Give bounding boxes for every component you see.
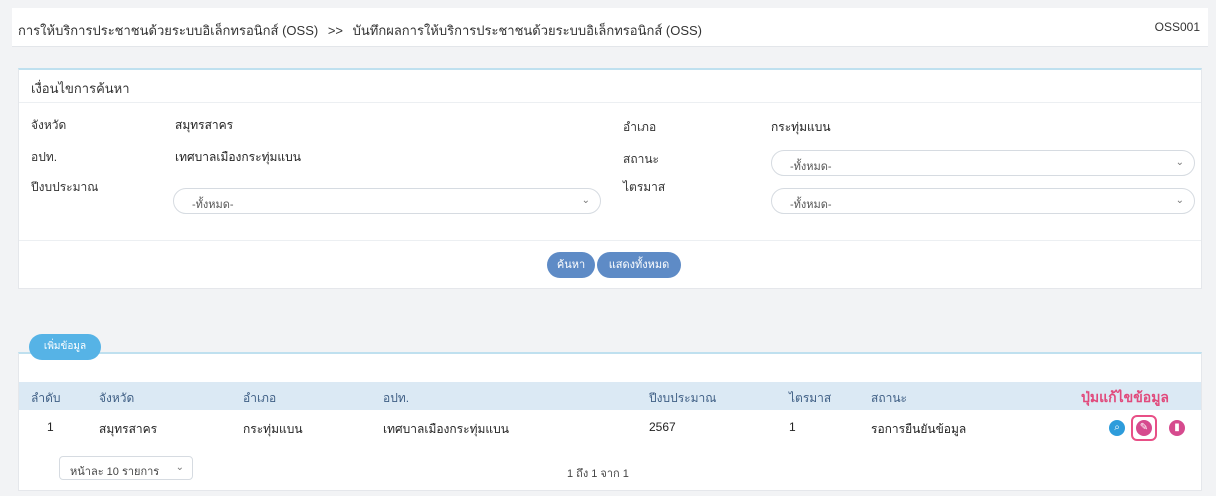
top-bar: การให้บริการประชาชนด้วยระบบอิเล็กทรอนิกส… <box>12 8 1208 47</box>
status-label: สถานะ <box>623 152 659 166</box>
table-row: 1 สมุทรสาคร กระทุ่มแบน เทศบาลเมืองกระทุ่… <box>19 412 1201 441</box>
cell-no: 1 <box>47 420 54 434</box>
breadcrumb-current: บันทึกผลการให้บริการประชาชนด้วยระบบอิเล็… <box>352 23 703 38</box>
search-button[interactable]: ค้นหา <box>547 252 595 278</box>
page-size-select[interactable]: หน้าละ 10 รายการ ⌄ <box>59 456 193 480</box>
chevron-down-icon: ⌄ <box>1175 157 1184 168</box>
status-select[interactable]: -ทั้งหมด- ⌄ <box>771 150 1195 176</box>
budget-select-value: -ทั้งหมด- <box>192 199 234 211</box>
quarter-select[interactable]: -ทั้งหมด- ⌄ <box>771 188 1195 214</box>
cell-province: สมุทรสาคร <box>99 422 158 436</box>
delete-icon[interactable]: ▮ <box>1169 420 1185 436</box>
col-org: อปท. <box>383 391 410 405</box>
page-code: OSS001 <box>1154 20 1200 34</box>
cell-status: รอการยืนยันข้อมูล <box>871 422 967 436</box>
cell-year: 2567 <box>649 420 676 434</box>
col-district: อำเภอ <box>243 391 277 405</box>
edit-icon[interactable]: ✎ <box>1136 420 1152 436</box>
province-label: จังหวัด <box>31 118 67 132</box>
table-header: ลำดับ จังหวัด อำเภอ อปท. ปีงบประมาณ ไตรม… <box>19 382 1201 410</box>
page-info: 1 ถึง 1 จาก 1 <box>567 468 629 480</box>
col-no: ลำดับ <box>31 391 61 405</box>
col-year: ปีงบประมาณ <box>649 391 717 405</box>
cell-org: เทศบาลเมืองกระทุ่มแบน <box>383 422 509 436</box>
chevron-down-icon: ⌄ <box>1175 195 1184 206</box>
col-quarter: ไตรมาส <box>789 391 832 405</box>
district-value: กระทุ่มแบน <box>771 120 831 134</box>
col-status: สถานะ <box>871 391 907 405</box>
breadcrumb-separator: >> <box>327 23 344 38</box>
search-icon[interactable]: ⌕ <box>1109 420 1125 436</box>
breadcrumb: การให้บริการประชาชนด้วยระบบอิเล็กทรอนิกส… <box>18 20 702 41</box>
show-all-button[interactable]: แสดงทั้งหมด <box>597 252 681 278</box>
province-value: สมุทรสาคร <box>175 118 234 132</box>
col-province: จังหวัด <box>99 391 135 405</box>
search-panel: เงื่อนไขการค้นหา จังหวัด สมุทรสาคร อำเภอ… <box>18 68 1202 289</box>
cell-district: กระทุ่มแบน <box>243 422 303 436</box>
org-value: เทศบาลเมืองกระทุ่มแบน <box>175 150 301 164</box>
chevron-down-icon: ⌄ <box>581 195 590 206</box>
edit-column-annotation: ปุ่มแก้ไขข้อมูล <box>1081 389 1170 405</box>
budget-select[interactable]: -ทั้งหมด- ⌄ <box>173 188 601 214</box>
breadcrumb-parent[interactable]: การให้บริการประชาชนด้วยระบบอิเล็กทรอนิกส… <box>18 23 318 38</box>
quarter-select-value: -ทั้งหมด- <box>790 199 832 211</box>
org-label: อปท. <box>31 150 58 164</box>
add-data-button[interactable]: เพิ่มข้อมูล <box>29 334 101 360</box>
budget-label: ปีงบประมาณ <box>31 180 99 194</box>
divider <box>19 240 1201 241</box>
district-label: อำเภอ <box>623 120 657 134</box>
search-title: เงื่อนไขการค้นหา <box>31 81 130 96</box>
chevron-down-icon: ⌄ <box>175 462 184 473</box>
result-panel: เพิ่มข้อมูล ลำดับ จังหวัด อำเภอ อปท. ปีง… <box>18 334 1202 491</box>
page-size-value: หน้าละ 10 รายการ <box>70 466 160 478</box>
quarter-label: ไตรมาส <box>623 180 666 194</box>
cell-quarter: 1 <box>789 420 796 434</box>
divider <box>19 102 1201 103</box>
status-select-value: -ทั้งหมด- <box>790 161 832 173</box>
